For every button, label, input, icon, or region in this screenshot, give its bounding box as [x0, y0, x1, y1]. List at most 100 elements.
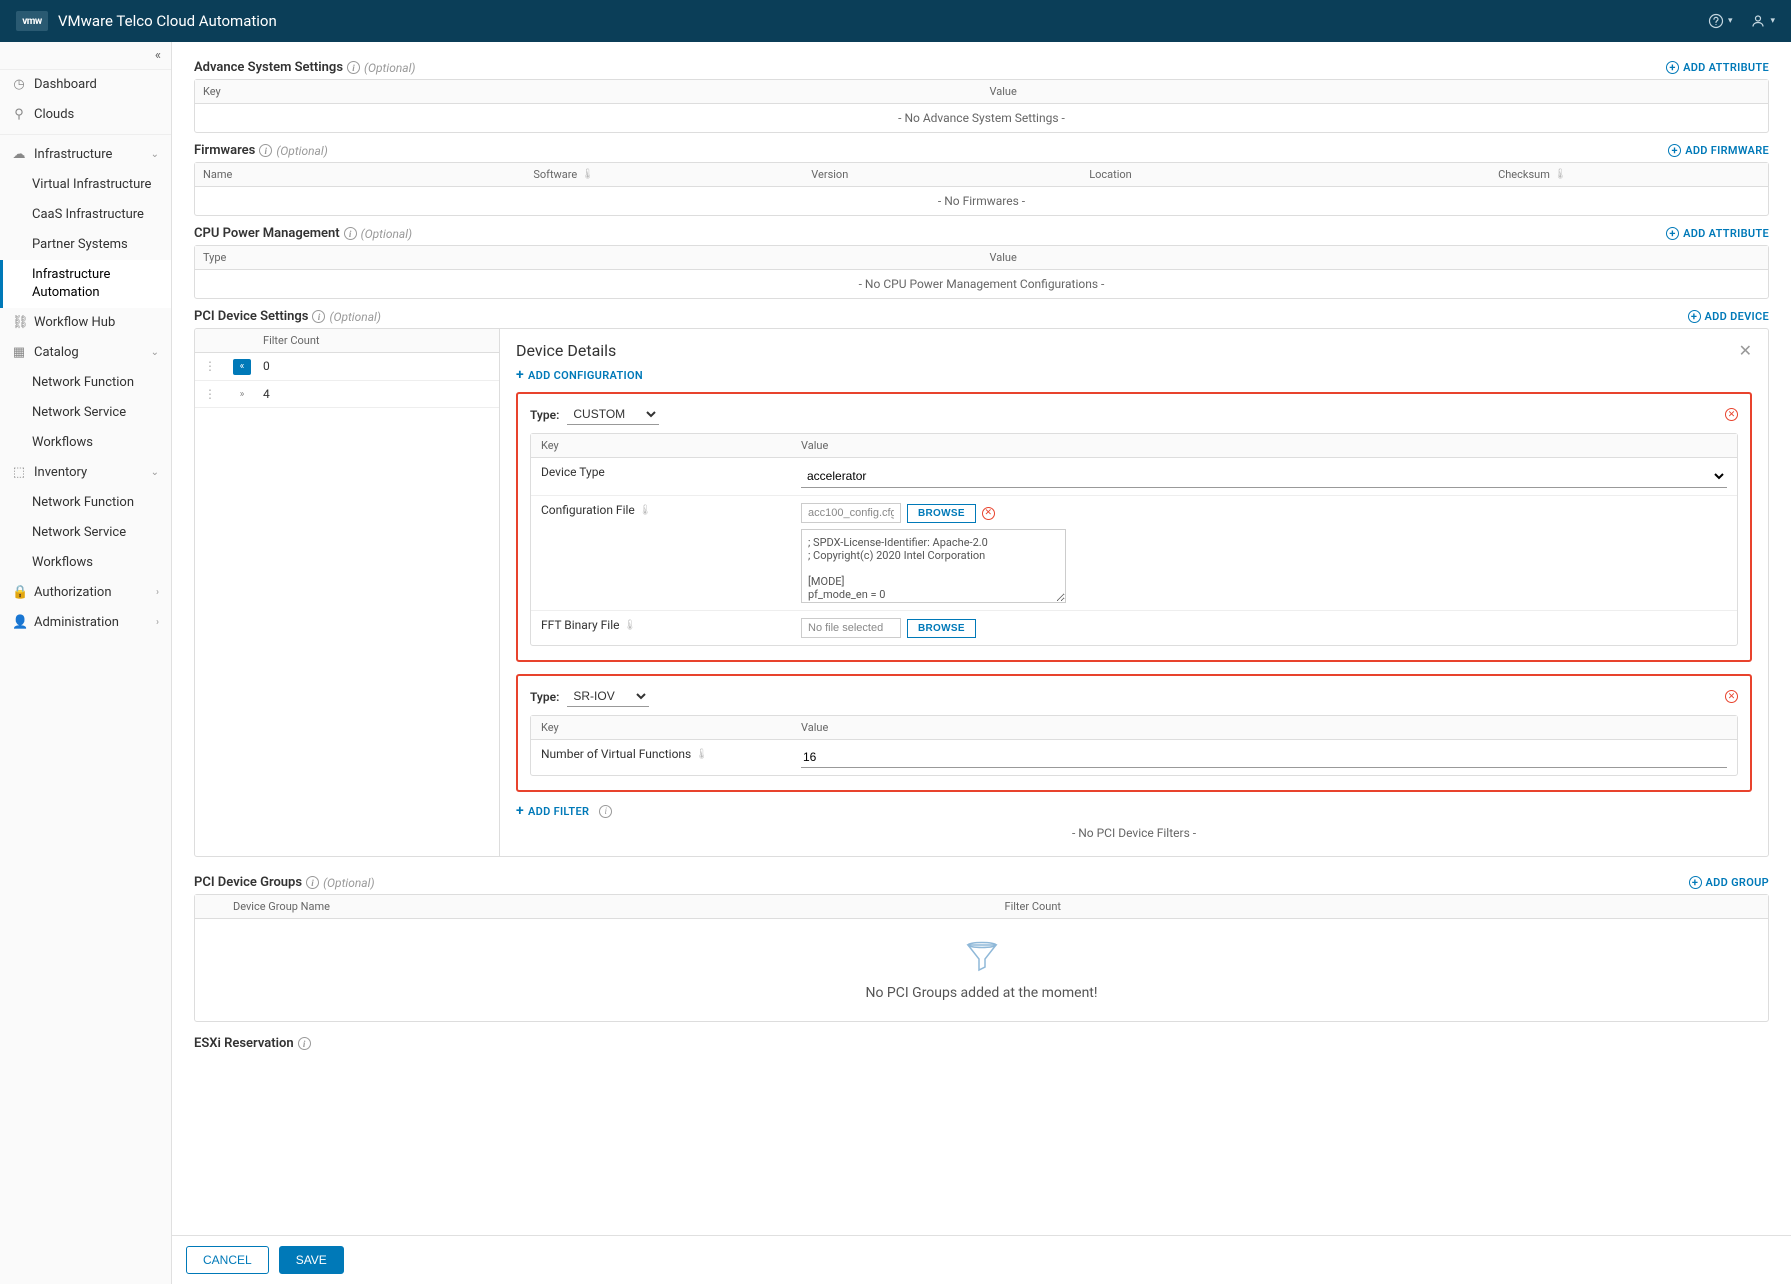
remove-config-icon[interactable]: ✕: [1725, 408, 1738, 421]
type-label: Type:: [530, 408, 559, 422]
sidebar-item-clouds[interactable]: ⚲ Clouds: [0, 100, 171, 130]
sidebar-item-label: Administration: [34, 614, 119, 632]
remove-config-icon[interactable]: ✕: [1725, 690, 1738, 703]
sidebar-item-authorization[interactable]: 🔒 Authorization ›: [0, 578, 171, 608]
pin-icon: ⚲: [12, 106, 26, 124]
add-device-button[interactable]: + ADD DEVICE: [1688, 310, 1769, 323]
remove-file-icon[interactable]: ✕: [982, 507, 995, 520]
col-location: Location: [1081, 163, 1490, 186]
pci-filters-empty: - No PCI Device Filters -: [516, 822, 1752, 844]
plus-icon: +: [516, 368, 524, 382]
add-configuration-button[interactable]: + ADD CONFIGURATION: [516, 368, 1752, 382]
add-cpu-attr-button[interactable]: + ADD ATTRIBUTE: [1666, 227, 1769, 240]
col-value: Value: [791, 716, 1737, 739]
device-details-title: Device Details: [516, 341, 616, 360]
sidebar-item-catalog-nf[interactable]: Network Function: [0, 368, 171, 398]
sidebar-item-inv-ns[interactable]: Network Service: [0, 518, 171, 548]
col-group-name: Device Group Name: [225, 895, 997, 918]
sidebar-item-catalog-ns[interactable]: Network Service: [0, 398, 171, 428]
sidebar-item-label: Dashboard: [34, 76, 97, 94]
add-filter-button[interactable]: + ADD FILTER: [516, 804, 589, 818]
add-group-button[interactable]: + ADD GROUP: [1689, 876, 1769, 889]
sidebar-item-inv-wf[interactable]: Workflows: [0, 548, 171, 578]
drag-handle-icon[interactable]: ⋮: [195, 354, 225, 378]
section-title-adv-sys: Advance System Settings i (Optional): [194, 60, 415, 75]
expand-icon[interactable]: »: [233, 386, 251, 402]
sidebar-item-catalog[interactable]: ▦ Catalog ⌄: [0, 338, 171, 368]
sidebar-item-inventory[interactable]: ⬚ Inventory ⌄: [0, 458, 171, 488]
thermometer-icon: 🌡: [639, 505, 652, 516]
kv-key-fft-binary: FFT Binary File 🌡: [531, 611, 791, 639]
add-attribute-button[interactable]: + ADD ATTRIBUTE: [1666, 61, 1769, 74]
drag-handle-icon[interactable]: ⋮: [195, 382, 225, 406]
cancel-button[interactable]: CANCEL: [186, 1246, 269, 1274]
info-icon[interactable]: i: [347, 61, 360, 74]
section-title-pci: PCI Device Settings i (Optional): [194, 309, 381, 324]
sidebar-item-caas-infra[interactable]: CaaS Infrastructure: [0, 200, 171, 230]
num-vf-input[interactable]: [801, 747, 1727, 768]
sidebar-item-infra-automation[interactable]: Infrastructure Automation: [0, 260, 171, 308]
type-select[interactable]: SR-IOV: [567, 686, 649, 707]
section-title-cpu-power: CPU Power Management i (Optional): [194, 226, 412, 241]
pci-groups-empty: No PCI Groups added at the moment!: [195, 919, 1768, 1021]
pci-row-count: 4: [255, 382, 499, 406]
browse-button[interactable]: BROWSE: [907, 619, 976, 638]
col-key: Key: [531, 716, 791, 739]
cloud-icon: ☁: [12, 146, 26, 164]
device-type-select[interactable]: accelerator: [801, 465, 1727, 488]
add-firmware-button[interactable]: + ADD FIRMWARE: [1668, 144, 1769, 157]
sidebar-item-administration[interactable]: 👤 Administration ›: [0, 608, 171, 638]
info-icon[interactable]: i: [259, 144, 272, 157]
browse-button[interactable]: BROWSE: [907, 504, 976, 523]
info-icon[interactable]: i: [298, 1037, 311, 1050]
config-file-input[interactable]: [801, 503, 901, 523]
sidebar-item-virtual-infra[interactable]: Virtual Infrastructure: [0, 170, 171, 200]
info-icon[interactable]: i: [599, 805, 612, 818]
user-menu-icon[interactable]: ▾: [1750, 13, 1775, 29]
close-icon[interactable]: ✕: [1739, 341, 1752, 360]
info-icon[interactable]: i: [344, 227, 357, 240]
kv-key-device-type: Device Type: [531, 458, 791, 486]
funnel-icon: [964, 939, 1000, 975]
help-icon[interactable]: ▾: [1708, 13, 1733, 29]
pci-groups-table: Device Group Name Filter Count No PCI Gr…: [194, 894, 1769, 1022]
collapse-icon[interactable]: «: [233, 359, 251, 375]
type-select[interactable]: CUSTOM: [567, 404, 659, 425]
firmwares-empty: - No Firmwares -: [195, 187, 1768, 215]
sidebar-item-workflow-hub[interactable]: ⛓ Workflow Hub: [0, 308, 171, 338]
sidebar-item-dashboard[interactable]: ◷ Dashboard: [0, 70, 171, 100]
col-version: Version: [803, 163, 1081, 186]
plus-icon: +: [1666, 61, 1679, 74]
sidebar-item-label: Infrastructure: [34, 146, 112, 164]
pci-device-table: Filter Count ⋮ « 0 ⋮ » 4: [194, 328, 1769, 857]
sidebar-item-label: Workflow Hub: [34, 314, 115, 332]
adv-sys-empty: - No Advance System Settings -: [195, 104, 1768, 132]
section-title-pci-groups: PCI Device Groups i (Optional): [194, 875, 375, 890]
fft-binary-input[interactable]: [801, 618, 901, 638]
sidebar-item-infrastructure[interactable]: ☁ Infrastructure ⌄: [0, 140, 171, 170]
sidebar-collapse-icon[interactable]: «: [0, 42, 171, 70]
plus-icon: +: [1689, 876, 1702, 889]
col-filter-count: Filter Count: [255, 329, 499, 352]
main-panel: Advance System Settings i (Optional) + A…: [172, 42, 1791, 1284]
info-icon[interactable]: i: [306, 876, 319, 889]
info-icon[interactable]: i: [312, 310, 325, 323]
pci-device-row[interactable]: ⋮ « 0: [195, 353, 499, 381]
sidebar-item-label: Authorization: [34, 584, 112, 602]
sidebar-item-partner-systems[interactable]: Partner Systems: [0, 230, 171, 260]
col-value: Value: [982, 246, 1769, 269]
app-header: vmw VMware Telco Cloud Automation ▾ ▾: [0, 0, 1791, 42]
gauge-icon: ◷: [12, 76, 26, 94]
config-file-content[interactable]: ; SPDX-License-Identifier: Apache-2.0 ; …: [801, 529, 1066, 603]
section-title-esxi: ESXi Reservation i: [194, 1036, 311, 1051]
col-checksum: Checksum🌡: [1490, 163, 1768, 186]
sidebar-item-inv-nf[interactable]: Network Function: [0, 488, 171, 518]
save-button[interactable]: SAVE: [279, 1246, 344, 1274]
app-title: VMware Telco Cloud Automation: [58, 12, 277, 30]
config-block-custom: Type: CUSTOM ✕ Key Value: [516, 392, 1752, 662]
config-block-sriov: Type: SR-IOV ✕ Key Value: [516, 674, 1752, 792]
thermometer-icon: 🌡: [581, 169, 594, 180]
pci-device-row[interactable]: ⋮ » 4: [195, 381, 499, 409]
sidebar-item-catalog-wf[interactable]: Workflows: [0, 428, 171, 458]
chevron-right-icon: ›: [156, 614, 159, 632]
